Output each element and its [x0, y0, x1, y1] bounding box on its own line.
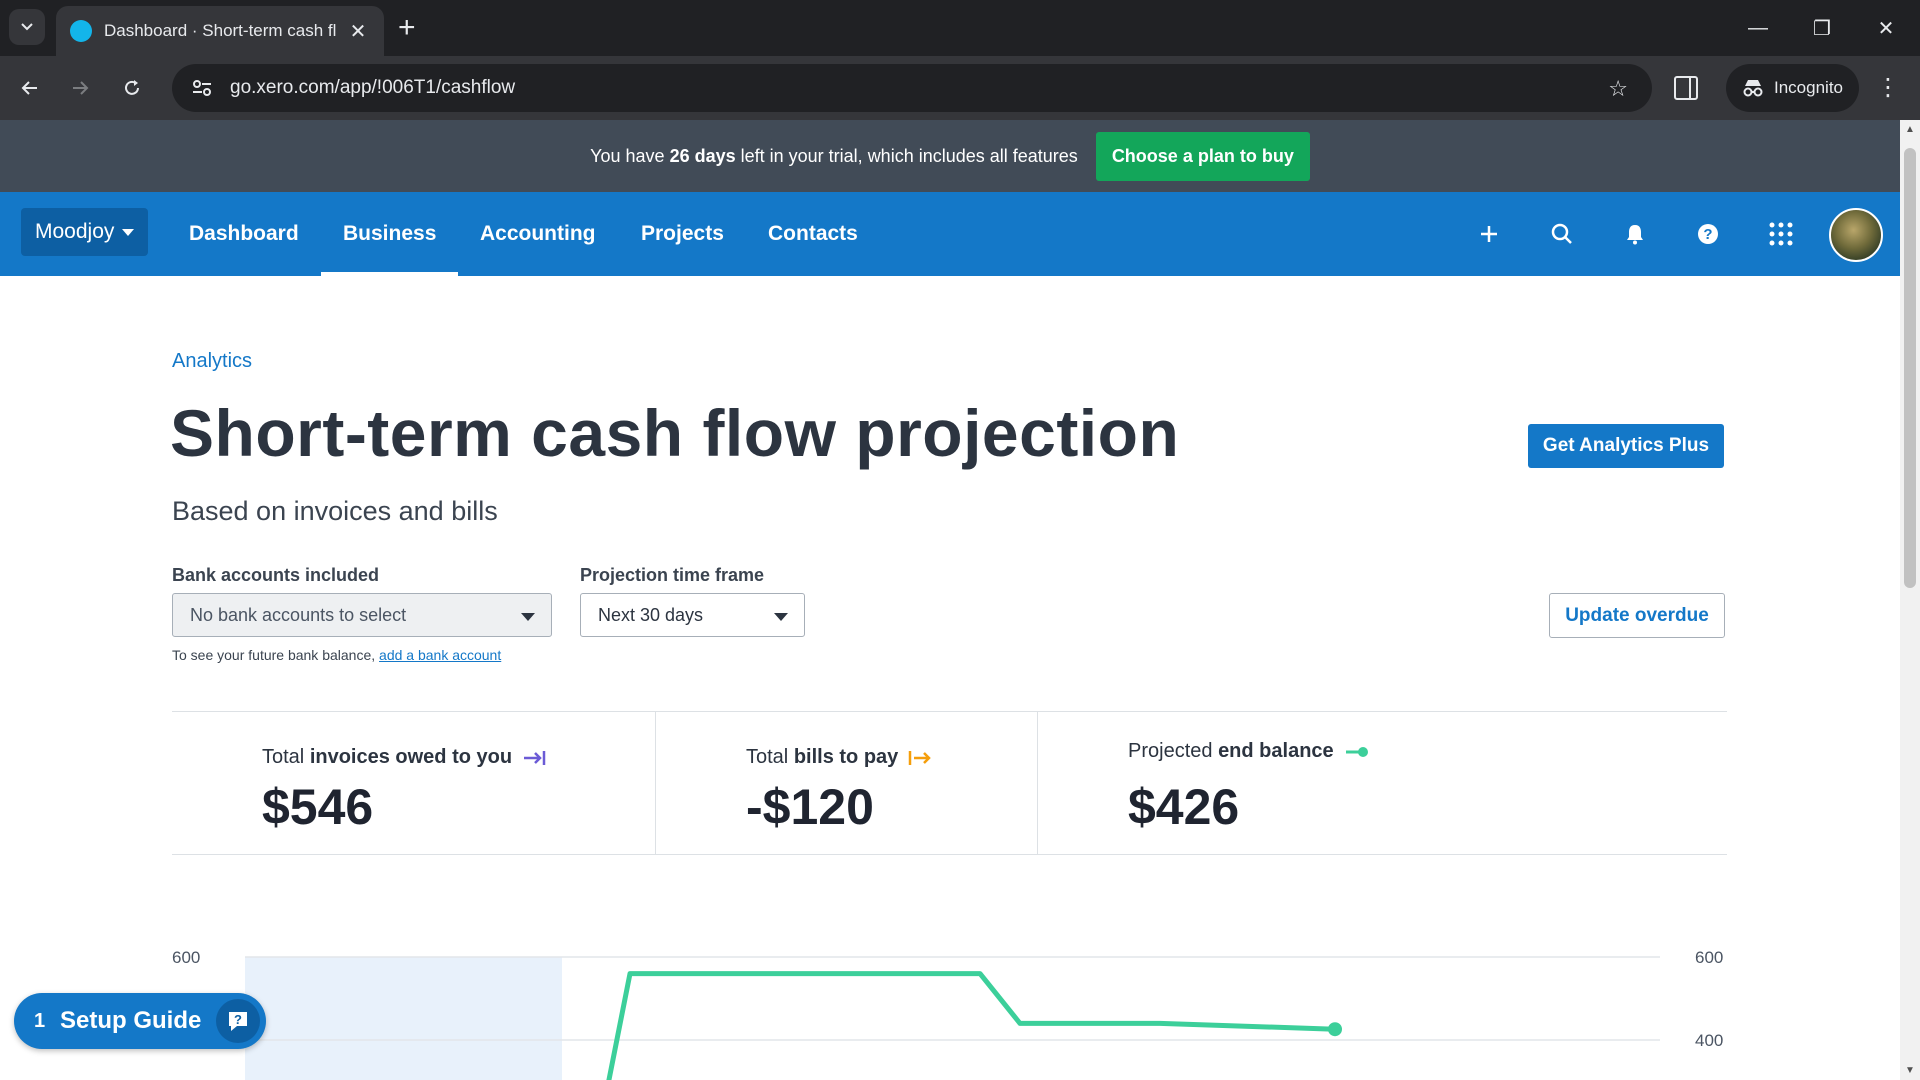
end-balance-point	[1328, 1022, 1342, 1037]
organisation-name: Moodjoy	[35, 220, 115, 243]
arrow-right-icon	[73, 81, 89, 95]
bank-accounts-select[interactable]: No bank accounts to select	[172, 593, 552, 637]
address-bar[interactable]: go.xero.com/app/!006T1/cashflow ☆	[172, 64, 1652, 112]
browser-tab[interactable]: Dashboard · Short-term cash fl ✕	[56, 6, 384, 56]
y-tick-right-600: 600	[1695, 948, 1723, 967]
svg-text:?: ?	[1703, 226, 1712, 243]
arrow-out-icon	[909, 750, 932, 765]
trial-days: 26 days	[669, 145, 736, 166]
tab-search-button[interactable]	[9, 9, 45, 45]
balance-card: Projected end balance $426	[1037, 712, 1727, 854]
incognito-label: Incognito	[1774, 78, 1843, 97]
projected-balance-line	[606, 971, 1336, 1080]
close-window-button[interactable]: ✕	[1866, 10, 1906, 46]
caret-down-icon	[774, 613, 788, 621]
bank-balance-hint: To see your future bank balance, add a b…	[172, 647, 502, 663]
new-tab-button[interactable]: +	[398, 10, 416, 46]
svg-text:?: ?	[234, 1012, 242, 1027]
side-panel-icon[interactable]	[1674, 76, 1698, 100]
page-subtitle: Based on invoices and bills	[172, 496, 498, 526]
help-icon[interactable]: ?	[1688, 214, 1728, 254]
balance-value: $426	[1128, 779, 1240, 835]
bills-value: -$120	[746, 779, 874, 835]
breadcrumb-analytics[interactable]: Analytics	[172, 350, 252, 373]
incognito-badge[interactable]: Incognito	[1726, 64, 1859, 112]
page-title: Short-term cash flow projection	[170, 396, 1180, 470]
timeframe-select[interactable]: Next 30 days	[580, 593, 805, 637]
bookmark-star-icon[interactable]: ☆	[1608, 76, 1628, 102]
y-tick-right-400: 400	[1695, 1031, 1723, 1050]
close-tab-icon[interactable]: ✕	[346, 19, 370, 44]
nav-accounting[interactable]: Accounting	[480, 192, 596, 276]
invoices-card: Total invoices owed to you $546	[172, 712, 655, 854]
arrow-in-icon	[524, 750, 546, 765]
tab-title: Dashboard · Short-term cash fl	[104, 21, 337, 40]
invoices-label: Total invoices owed to you	[262, 746, 546, 769]
setup-guide-count: 1	[34, 1009, 46, 1032]
add-icon[interactable]	[1469, 214, 1509, 254]
browser-tabstrip: Dashboard · Short-term cash fl ✕ + — ❐ ✕	[0, 0, 1920, 56]
browser-toolbar: go.xero.com/app/!006T1/cashflow ☆ Incogn…	[0, 56, 1920, 120]
organisation-menu-button[interactable]: Moodjoy	[21, 208, 149, 256]
choose-plan-button[interactable]: Choose a plan to buy	[1095, 131, 1310, 181]
scroll-down-icon[interactable]: ▼	[1905, 1065, 1915, 1076]
chat-help-icon: ?	[216, 999, 260, 1043]
nav-contacts[interactable]: Contacts	[768, 192, 858, 276]
bank-accounts-value: No bank accounts to select	[190, 604, 407, 625]
url-text: go.xero.com/app/!006T1/cashflow	[230, 77, 516, 98]
bills-card: Total bills to pay -$120	[655, 712, 1037, 854]
app-launcher-icon[interactable]	[1761, 214, 1801, 254]
restore-button[interactable]: ❐	[1802, 10, 1842, 46]
y-tick-left-600: 600	[172, 948, 200, 967]
forward-button[interactable]	[60, 68, 100, 108]
app-header: Moodjoy Dashboard Business Accounting Pr…	[0, 192, 1900, 276]
balance-line-icon	[1345, 746, 1368, 757]
caret-down-icon	[122, 228, 135, 236]
trial-message: You have 26 days left in your trial, whi…	[590, 145, 1078, 166]
timeframe-value: Next 30 days	[598, 604, 704, 625]
nav-business[interactable]: Business	[320, 192, 459, 276]
cashflow-chart: 600 600 400	[172, 948, 1723, 1080]
back-button[interactable]	[10, 68, 50, 108]
bills-label: Total bills to pay	[746, 746, 932, 769]
user-avatar[interactable]	[1829, 208, 1883, 262]
scroll-up-icon[interactable]: ▲	[1905, 124, 1915, 135]
summary-row: Total invoices owed to you $546 Total bi…	[172, 711, 1727, 855]
page-scrollbar[interactable]: ▲ ▼	[1900, 120, 1920, 1080]
timeframe-label: Projection time frame	[580, 565, 765, 585]
chevron-down-icon	[21, 23, 33, 31]
xero-favicon-icon	[70, 20, 92, 42]
add-bank-account-link[interactable]: add a bank account	[379, 647, 501, 663]
balance-label: Projected end balance	[1128, 740, 1370, 763]
setup-guide-button[interactable]: 1 Setup Guide ?	[14, 993, 266, 1049]
update-overdue-button[interactable]: Update overdue	[1549, 593, 1725, 638]
trial-banner: You have 26 days left in your trial, whi…	[0, 120, 1900, 192]
bank-accounts-label: Bank accounts included	[172, 565, 380, 585]
get-analytics-plus-button[interactable]: Get Analytics Plus	[1528, 424, 1724, 468]
caret-down-icon	[521, 613, 535, 621]
minimize-button[interactable]: —	[1738, 10, 1778, 46]
nav-dashboard[interactable]: Dashboard	[189, 192, 299, 276]
reload-button[interactable]	[112, 68, 152, 108]
search-icon[interactable]	[1542, 214, 1582, 254]
invoices-value: $546	[262, 779, 374, 835]
site-settings-icon[interactable]	[188, 79, 216, 97]
scroll-thumb[interactable]	[1904, 148, 1916, 588]
notifications-bell-icon[interactable]	[1615, 214, 1655, 254]
chart-past-highlight	[245, 957, 562, 1080]
incognito-icon	[1743, 80, 1763, 97]
setup-guide-label: Setup Guide	[60, 1007, 202, 1034]
nav-projects[interactable]: Projects	[641, 192, 724, 276]
browser-menu-icon[interactable]: ⋮	[1876, 72, 1900, 104]
reload-icon	[125, 80, 139, 95]
arrow-left-icon	[21, 81, 37, 95]
